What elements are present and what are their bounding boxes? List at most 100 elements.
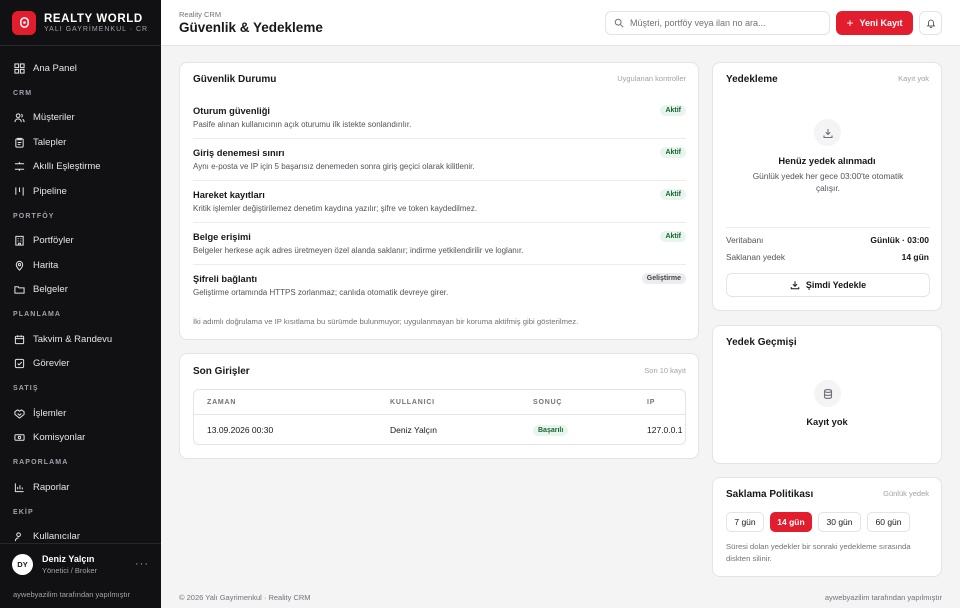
security-item: Hareket kayıtları Kritik işlemler değişt…	[193, 181, 686, 223]
shuffle-icon	[14, 162, 25, 172]
retention-option-60[interactable]: 60 gün	[867, 512, 910, 532]
backup-now-button[interactable]: Şimdi Yedekle	[726, 273, 930, 297]
user-profile[interactable]: DY Deniz Yalçın Yönetici / Broker ···	[0, 549, 161, 579]
user-cog-icon	[14, 532, 21, 542]
backup-now-label: Şimdi Yedekle	[805, 280, 867, 290]
sidebar-item-customers[interactable]: Müşteriler	[0, 106, 161, 131]
banknote-icon	[14, 434, 25, 442]
sidebar-item-tasks[interactable]: Görevler	[0, 352, 161, 377]
retained-value: 14 gün	[901, 252, 929, 262]
search-input[interactable]	[630, 18, 820, 28]
card-meta: Son 10 kayıt	[644, 366, 686, 375]
breadcrumb[interactable]: Reality CRM	[179, 10, 221, 19]
calendar-icon	[14, 335, 25, 344]
page-title: Güvenlik & Yedekleme	[179, 20, 323, 35]
brand-subtitle: YALI GAYRİMENKUL · CR...	[44, 25, 149, 33]
building-icon	[15, 236, 24, 246]
retention-option-7[interactable]: 7 gün	[726, 512, 764, 532]
brand-title: REALTY WORLD	[44, 12, 143, 25]
kanban-icon	[15, 187, 24, 196]
login-user: Deniz Yalçın	[390, 425, 437, 435]
top-header: Reality CRM Güvenlik & Yedekleme + Yeni …	[161, 0, 960, 46]
handshake-icon	[14, 408, 25, 419]
status-badge: Başarılı	[533, 425, 569, 436]
plus-icon: +	[846, 16, 854, 30]
sidebar-item-requests[interactable]: Talepler	[0, 130, 161, 155]
sidebar-item-documents[interactable]: Belgeler	[0, 278, 161, 303]
security-item-desc: Aynı e-posta ve IP için 5 başarısız dene…	[193, 162, 475, 171]
sidebar-item-portfolios[interactable]: Portföyler	[0, 229, 161, 254]
sidebar-item-label: Harita	[33, 259, 59, 271]
sidebar-footer: aywebyazilim tarafından yapılmıştır	[13, 590, 131, 599]
sidebar-item-users[interactable]: Kullanıcılar	[0, 525, 161, 550]
sidebar-item-label: Talepler	[33, 136, 67, 148]
sidebar-item-matching[interactable]: Akıllı Eşleştirme	[0, 155, 161, 180]
nav-section-team: EKİP	[13, 508, 34, 516]
login-ip: 127.0.0.1	[647, 425, 683, 435]
retention-option-30[interactable]: 30 gün	[818, 512, 861, 532]
sidebar-item-reports[interactable]: Raporlar	[0, 475, 161, 500]
card-title: Güvenlik Durumu	[193, 74, 277, 85]
security-item: Belge erişimi Belgeler herkese açık adre…	[193, 223, 686, 265]
brand-logo-icon	[12, 10, 36, 35]
bar-chart-icon	[14, 483, 24, 492]
sidebar-item-label: Takvim & Randevu	[33, 333, 113, 345]
status-badge: Geliştirme	[641, 273, 686, 284]
sidebar-item-label: Müşteriler	[33, 112, 75, 124]
clipboard-icon	[15, 137, 24, 148]
sidebar-item-dashboard[interactable]: Ana Panel	[0, 56, 161, 81]
footer-credit[interactable]: aywebyazilim tarafından yapılmıştır	[825, 593, 942, 602]
search-box[interactable]	[605, 11, 830, 35]
security-item-title: Oturum güvenliği	[193, 106, 270, 116]
user-name: Deniz Yalçın	[42, 553, 95, 564]
bell-icon	[926, 19, 935, 28]
retention-policy-card: Saklama Politikası Günlük yedek 7 gün 14…	[712, 477, 942, 577]
sidebar-item-label: Akıllı Eşleştirme	[33, 161, 101, 173]
card-title: Saklama Politikası	[726, 489, 814, 500]
status-badge: Aktif	[660, 189, 686, 200]
more-horizontal-icon[interactable]: ···	[135, 558, 149, 570]
security-item-title: Belge erişimi	[193, 232, 251, 242]
recent-logins-card: Son Girişler Son 10 kayıt ZAMAN KULLANIC…	[179, 353, 699, 459]
notifications-button[interactable]	[919, 11, 942, 35]
new-record-button[interactable]: + Yeni Kayıt	[836, 11, 913, 35]
column-header: IP	[647, 399, 656, 406]
security-item-desc: Geliştirme ortamında HTTPS zorlanmaz; ca…	[193, 288, 449, 297]
sidebar-item-calendar[interactable]: Takvim & Randevu	[0, 327, 161, 352]
column-header: KULLANICI	[390, 399, 435, 406]
empty-title: Kayıt yok	[806, 417, 848, 427]
sidebar-item-label: Kullanıcılar	[33, 531, 80, 543]
card-title: Yedek Geçmişi	[726, 337, 797, 348]
search-icon	[614, 18, 624, 28]
security-item-title: Giriş denemesi sınırı	[193, 148, 285, 158]
sidebar-item-label: Komisyonlar	[33, 432, 86, 444]
map-pin-icon	[15, 260, 24, 271]
sidebar-item-pipeline[interactable]: Pipeline	[0, 179, 161, 204]
db-value: Günlük · 03:00	[870, 235, 929, 245]
card-meta: Kayıt yok	[898, 74, 929, 83]
sidebar-item-map[interactable]: Harita	[0, 253, 161, 278]
security-item: Şifreli bağlantı Geliştirme ortamında HT…	[193, 265, 686, 307]
status-badge: Aktif	[660, 147, 686, 158]
status-badge: Aktif	[660, 231, 686, 242]
folder-icon	[14, 286, 25, 294]
nav-section-planning: PLANLAMA	[13, 311, 62, 318]
divider	[726, 227, 930, 228]
security-item-desc: Pasife alınan kullanıcının açık oturumu …	[193, 120, 412, 129]
retention-option-14[interactable]: 14 gün	[770, 512, 812, 532]
database-icon	[814, 380, 841, 407]
users-icon	[14, 113, 25, 123]
divider	[194, 414, 685, 415]
sidebar-item-commissions[interactable]: Komisyonlar	[0, 426, 161, 451]
sidebar-item-label: Görevler	[33, 358, 70, 370]
user-role: Yönetici / Broker	[42, 565, 98, 575]
brand[interactable]: REALTY WORLD YALI GAYRİMENKUL · CR...	[0, 0, 161, 46]
nav-section-portfolio: PORTFÖY	[13, 212, 55, 220]
footer-copyright: © 2026 Yalı Gayrimenkul · Reality CRM	[179, 593, 311, 602]
security-item: Oturum güvenliği Pasife alınan kullanıcı…	[193, 97, 686, 139]
sidebar-item-deals[interactable]: İşlemler	[0, 401, 161, 426]
sidebar: REALTY WORLD YALI GAYRİMENKUL · CR... An…	[0, 0, 161, 608]
card-meta: Günlük yedek	[883, 489, 929, 498]
security-item-title: Hareket kayıtları	[193, 190, 265, 200]
status-badge: Aktif	[660, 105, 686, 116]
